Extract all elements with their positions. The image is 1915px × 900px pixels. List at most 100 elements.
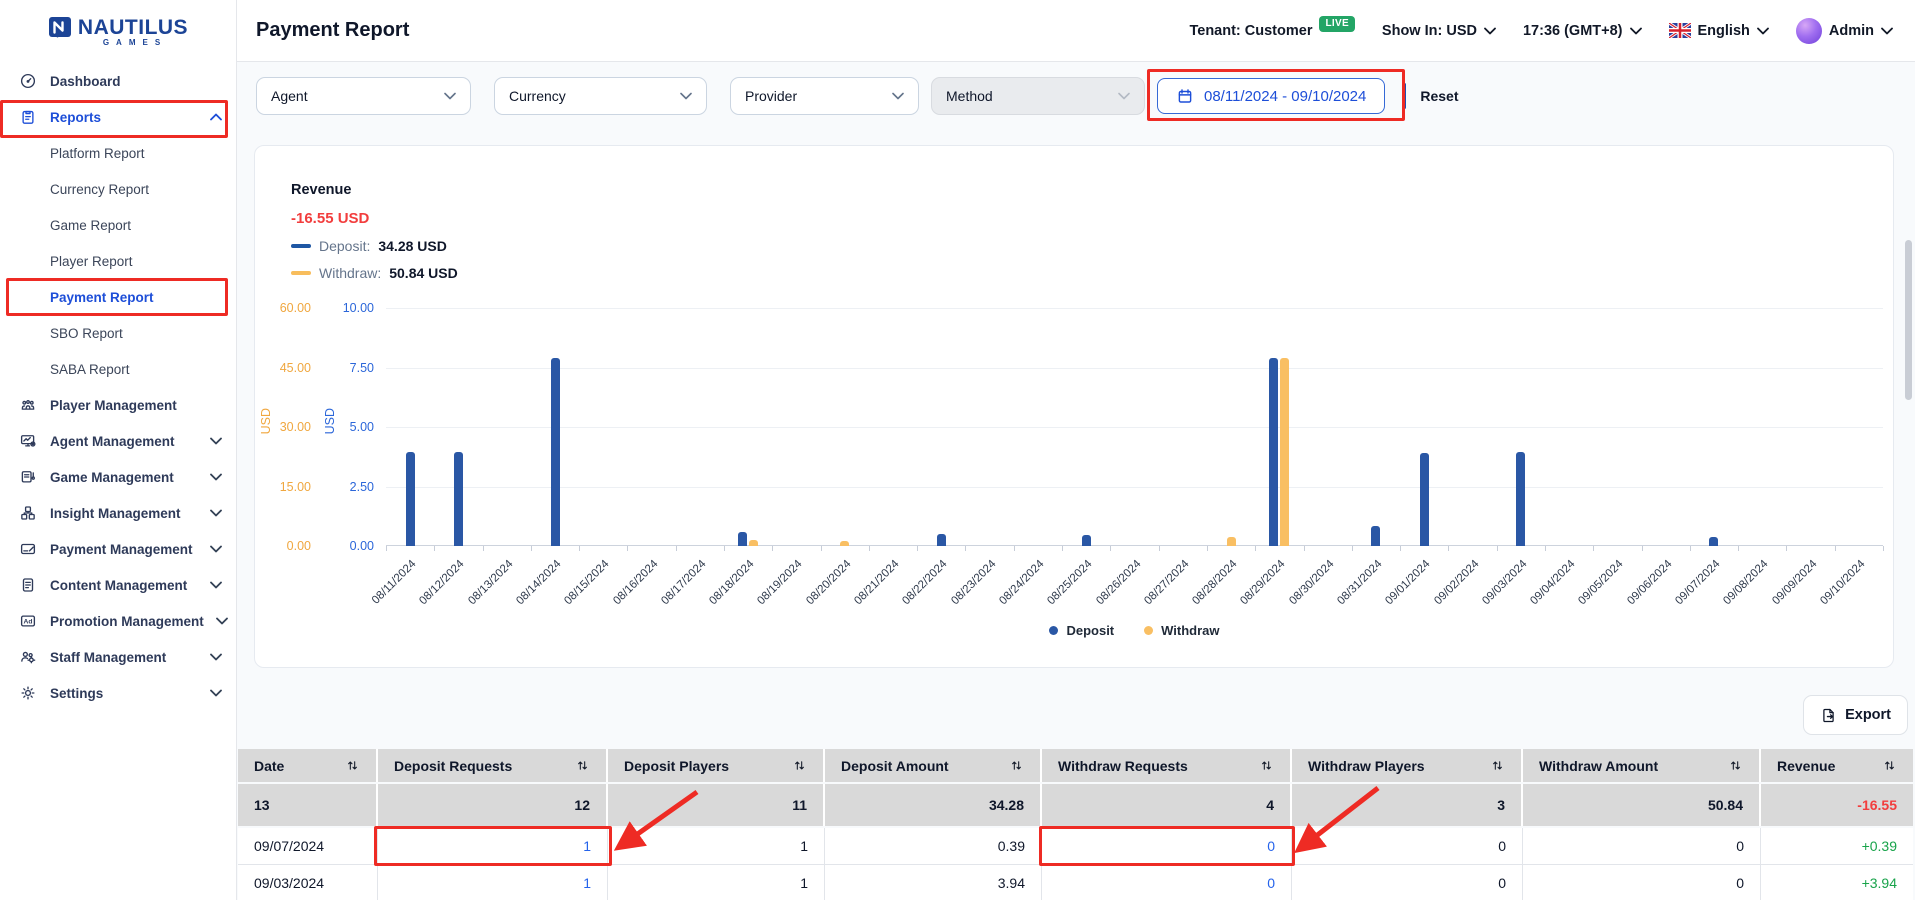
sidebar-item-label: Payment Report bbox=[50, 290, 154, 305]
withdraw-total: 50.84 USD bbox=[389, 265, 457, 281]
legend-item-deposit[interactable]: Deposit bbox=[1049, 623, 1114, 638]
page-title: Payment Report bbox=[256, 19, 409, 42]
column-header-revenue[interactable]: Revenue bbox=[1761, 749, 1913, 782]
tenant-selector[interactable]: Tenant: Customer LIVE bbox=[1189, 23, 1354, 39]
sidebar-subitem-saba-report[interactable]: SABA Report bbox=[0, 351, 236, 387]
sidebar-item-payment-management[interactable]: Payment Management bbox=[0, 531, 236, 567]
chevron-down-icon bbox=[892, 92, 904, 100]
x-axis-label: 09/05/2024 bbox=[1577, 558, 1626, 607]
sidebar-subitem-currency-report[interactable]: Currency Report bbox=[0, 171, 236, 207]
sidebar-subitem-player-report[interactable]: Player Report bbox=[0, 243, 236, 279]
x-axis-label: 08/11/2024 bbox=[370, 558, 419, 607]
calendar-icon bbox=[1176, 87, 1194, 105]
date-range-value: 08/11/2024 - 09/10/2024 bbox=[1204, 88, 1366, 105]
date-range-picker[interactable]: 08/11/2024 - 09/10/2024 bbox=[1157, 78, 1385, 114]
x-axis-label: 08/26/2024 bbox=[1094, 558, 1143, 607]
cell-withdraw-requests[interactable]: 0 bbox=[1042, 865, 1292, 900]
sidebar-item-content-management[interactable]: Content Management bbox=[0, 567, 236, 603]
column-header-withdraw-players[interactable]: Withdraw Players bbox=[1292, 749, 1523, 782]
sidebar-item-settings[interactable]: Settings bbox=[0, 675, 236, 711]
deposit-bar-09-01-2024[interactable] bbox=[1420, 453, 1429, 546]
gridline bbox=[386, 308, 1883, 309]
sidebar-subitem-game-report[interactable]: Game Report bbox=[0, 207, 236, 243]
sidebar-subitem-platform-report[interactable]: Platform Report bbox=[0, 135, 236, 171]
x-axis-label: 08/20/2024 bbox=[804, 558, 853, 607]
sidebar-item-game-management[interactable]: Game Management bbox=[0, 459, 236, 495]
chevron-down-icon bbox=[210, 653, 222, 661]
deposit-bar-08-11-2024[interactable] bbox=[406, 452, 415, 546]
export-row: Export bbox=[1803, 695, 1908, 735]
chevron-down-icon bbox=[210, 473, 222, 481]
deposit-bar-09-03-2024[interactable] bbox=[1516, 452, 1525, 546]
chevron-up-icon bbox=[210, 113, 222, 121]
language-selector[interactable]: English bbox=[1669, 23, 1769, 39]
provider-filter-select[interactable]: Provider bbox=[730, 77, 919, 115]
x-axis-label: 08/31/2024 bbox=[1335, 558, 1384, 607]
summary-cell-deposit-requests: 12 bbox=[378, 784, 608, 826]
deposit-bar-08-14-2024[interactable] bbox=[551, 358, 560, 546]
sidebar-item-insight-management[interactable]: Insight Management bbox=[0, 495, 236, 531]
column-header-deposit-players[interactable]: Deposit Players bbox=[608, 749, 825, 782]
deposit-label: Deposit: bbox=[319, 238, 370, 254]
column-header-deposit-amount[interactable]: Deposit Amount bbox=[825, 749, 1042, 782]
column-header-date[interactable]: Date bbox=[238, 749, 378, 782]
deposit-bar-08-31-2024[interactable] bbox=[1371, 526, 1380, 546]
logo[interactable]: NAUTILUS GAMES bbox=[0, 0, 236, 62]
withdraw-summary-row: Withdraw: 50.84 USD bbox=[291, 265, 458, 281]
sidebar-item-reports[interactable]: Reports bbox=[0, 99, 236, 135]
agent-filter-select[interactable]: Agent bbox=[256, 77, 471, 115]
cell-deposit-requests[interactable]: 1 bbox=[378, 865, 608, 900]
cell-deposit-players: 1 bbox=[608, 865, 825, 900]
sort-icon[interactable] bbox=[1480, 758, 1505, 773]
cell-withdraw-requests[interactable]: 0 bbox=[1042, 828, 1292, 865]
withdraw-bar-08-29-2024[interactable] bbox=[1280, 358, 1289, 546]
chevron-down-icon bbox=[1118, 92, 1130, 100]
currency-filter-select[interactable]: Currency bbox=[494, 77, 707, 115]
legend-item-withdraw[interactable]: Withdraw bbox=[1144, 623, 1219, 638]
sort-icon[interactable] bbox=[1249, 758, 1274, 773]
deposit-bar-08-22-2024[interactable] bbox=[937, 534, 946, 546]
chevron-down-icon bbox=[216, 617, 228, 625]
show-in-currency-selector[interactable]: Show In: USD bbox=[1382, 23, 1496, 39]
sort-icon[interactable] bbox=[782, 758, 807, 773]
sidebar-item-dashboard[interactable]: Dashboard bbox=[0, 63, 236, 99]
chevron-down-icon bbox=[1484, 27, 1496, 35]
sidebar-item-staff-management[interactable]: Staff Management bbox=[0, 639, 236, 675]
reset-button[interactable]: Reset bbox=[1420, 88, 1458, 104]
cell-withdraw-amount: 0 bbox=[1523, 828, 1761, 865]
cell-withdraw-players: 0 bbox=[1292, 828, 1523, 865]
staff-icon bbox=[18, 647, 38, 667]
sidebar-subitem-payment-report[interactable]: Payment Report bbox=[0, 279, 236, 315]
sidebar-subitem-sbo-report[interactable]: SBO Report bbox=[0, 315, 236, 351]
sort-icon[interactable] bbox=[999, 758, 1024, 773]
column-header-withdraw-amount[interactable]: Withdraw Amount bbox=[1523, 749, 1761, 782]
deposit-bar-08-25-2024[interactable] bbox=[1082, 535, 1091, 546]
chevron-down-icon bbox=[1630, 27, 1642, 35]
table-row: 09/07/2024110.39000+0.39 bbox=[238, 828, 1915, 865]
deposit-bar-08-18-2024[interactable] bbox=[738, 532, 747, 546]
sort-icon[interactable] bbox=[335, 758, 360, 773]
sidebar-item-agent-management[interactable]: Agent Management bbox=[0, 423, 236, 459]
sort-icon[interactable] bbox=[1718, 758, 1743, 773]
timezone-selector[interactable]: 17:36 (GMT+8) bbox=[1523, 23, 1642, 39]
deposit-bar-08-12-2024[interactable] bbox=[454, 452, 463, 546]
user-menu[interactable]: Admin bbox=[1796, 18, 1893, 44]
deposit-bar-08-29-2024[interactable] bbox=[1269, 358, 1278, 546]
sidebar-item-player-management[interactable]: Player Management bbox=[0, 387, 236, 423]
withdraw-bar-08-28-2024[interactable] bbox=[1227, 537, 1236, 546]
gridline bbox=[386, 427, 1883, 428]
sidebar-item-label: Game Report bbox=[50, 218, 131, 233]
withdraw-axis-tick: 15.00 bbox=[280, 480, 311, 494]
column-header-label: Deposit Players bbox=[624, 758, 729, 774]
deposit-bar-09-07-2024[interactable] bbox=[1709, 537, 1718, 546]
cell-deposit-requests[interactable]: 1 bbox=[378, 828, 608, 865]
sidebar-item-promotion-management[interactable]: AdPromotion Management bbox=[0, 603, 236, 639]
deposit-axis-tick: 0.00 bbox=[350, 539, 374, 553]
column-header-withdraw-requests[interactable]: Withdraw Requests bbox=[1042, 749, 1292, 782]
sort-icon[interactable] bbox=[1872, 758, 1897, 773]
scrollbar-thumb[interactable] bbox=[1905, 240, 1912, 400]
sidebar-item-label: Payment Management bbox=[50, 542, 193, 557]
export-button[interactable]: Export bbox=[1803, 695, 1908, 735]
column-header-deposit-requests[interactable]: Deposit Requests bbox=[378, 749, 608, 782]
sort-icon[interactable] bbox=[565, 758, 590, 773]
